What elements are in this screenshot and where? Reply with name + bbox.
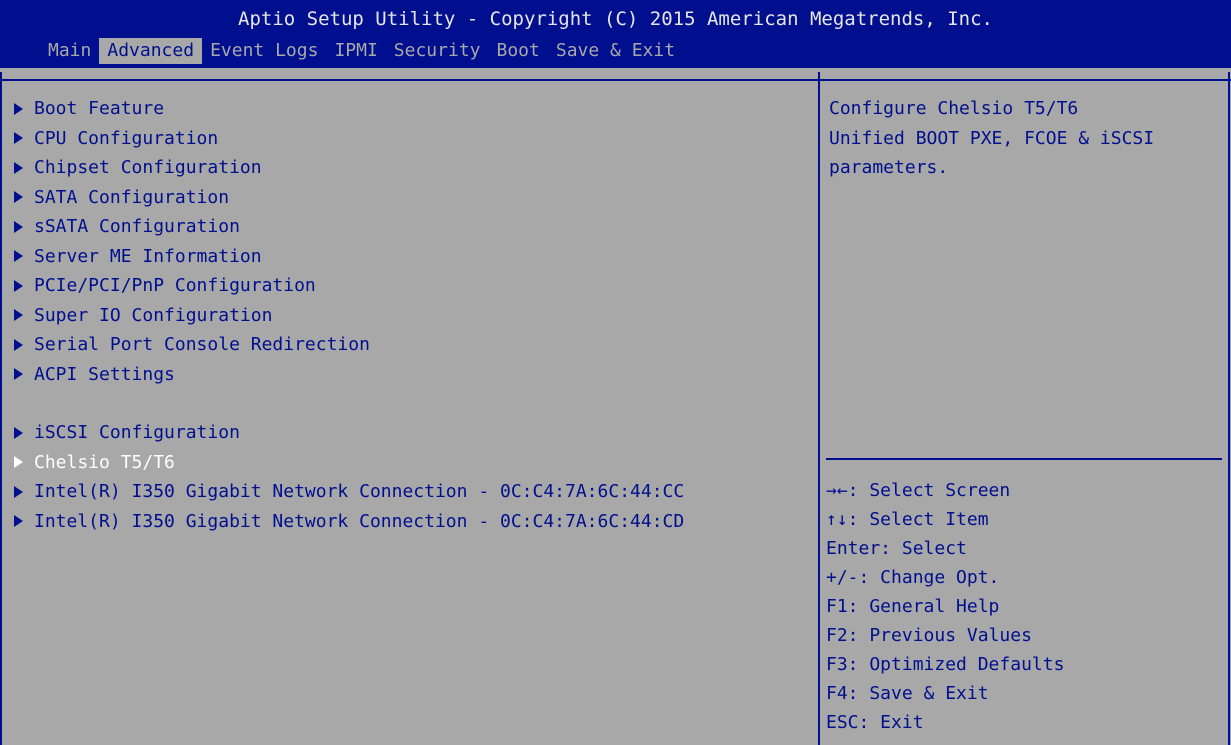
submenu-arrow-icon	[14, 485, 23, 498]
help-line: parameters.	[829, 157, 949, 178]
submenu-arrow-icon	[14, 456, 23, 469]
help-line: Unified BOOT PXE, FCOE & iSCSI	[829, 127, 1155, 149]
key-previous-values: F2: Previous Values	[826, 625, 1032, 646]
tab-security[interactable]: Security	[386, 38, 489, 64]
tab-advanced[interactable]: Advanced	[99, 38, 203, 64]
tab-boot[interactable]: Boot	[489, 38, 548, 64]
submenu-arrow-icon	[14, 161, 23, 174]
key-optimized-defaults: F3: Optimized Defaults	[826, 654, 1065, 675]
menu-item-label: Server ME Information	[34, 245, 262, 267]
submenu-arrow-icon	[14, 368, 23, 381]
menu-item-label: Serial Port Console Redirection	[34, 334, 370, 355]
submenu-arrow-icon	[14, 426, 23, 439]
frame-left-border	[0, 72, 2, 745]
key-enter: Enter: Select	[826, 538, 967, 559]
menu-bar: Main Advanced Event Logs IPMI Security B…	[40, 38, 683, 64]
menu-item-label: sSATA Configuration	[34, 216, 240, 237]
menu-item-ssata-configuration[interactable]: sSATA Configuration	[12, 212, 812, 242]
submenu-arrow-icon	[14, 515, 23, 528]
menu-item-intel-nic-cc[interactable]: Intel(R) I350 Gigabit Network Connection…	[12, 477, 812, 507]
key-change-opt: +/-: Change Opt.	[826, 567, 1000, 588]
menu-item-label: Intel(R) I350 Gigabit Network Connection…	[34, 510, 685, 532]
submenu-arrow-icon	[14, 309, 23, 322]
submenu-arrow-icon	[14, 220, 23, 233]
menu-item-label: Chipset Configuration	[34, 157, 262, 178]
frame-top-border	[0, 79, 1231, 81]
menu-item-pcie-configuration[interactable]: PCIe/PCI/PnP Configuration	[12, 271, 812, 301]
submenu-arrow-icon	[14, 191, 23, 204]
menu-item-serial-port-console-redirection[interactable]: Serial Port Console Redirection	[12, 330, 812, 360]
menu-item-label: PCIe/PCI/PnP Configuration	[34, 275, 316, 296]
utility-title: Aptio Setup Utility - Copyright (C) 2015…	[238, 8, 993, 30]
tab-ipmi[interactable]: IPMI	[326, 38, 385, 64]
menu-item-label: Super IO Configuration	[34, 304, 273, 326]
key-save-exit: F4: Save & Exit	[826, 683, 989, 704]
panel-divider	[818, 72, 820, 745]
tab-save-exit[interactable]: Save & Exit	[548, 38, 683, 64]
tab-main[interactable]: Main	[40, 38, 99, 64]
header-bar: Aptio Setup Utility - Copyright (C) 2015…	[0, 0, 1231, 68]
menu-item-chelsio[interactable]: Chelsio T5/T6	[12, 448, 812, 478]
menu-item-acpi-settings[interactable]: ACPI Settings	[12, 360, 812, 390]
key-select-screen: →←: Select Screen	[826, 480, 1011, 501]
help-divider	[826, 458, 1222, 460]
menu-item-label: Boot Feature	[34, 98, 165, 119]
menu-item-server-me-information[interactable]: Server ME Information	[12, 242, 812, 272]
menu-item-iscsi-configuration[interactable]: iSCSI Configuration	[12, 418, 812, 448]
key-general-help: F1: General Help	[826, 596, 1000, 617]
menu-item-sata-configuration[interactable]: SATA Configuration	[12, 183, 812, 213]
key-esc-exit: ESC: Exit	[826, 712, 924, 733]
frame-right-border	[1228, 72, 1230, 745]
submenu-arrow-icon	[14, 132, 23, 145]
advanced-menu-list: Boot Feature CPU Configuration Chipset C…	[12, 94, 812, 536]
menu-item-label: Chelsio T5/T6	[34, 451, 175, 473]
menu-item-label: CPU Configuration	[34, 127, 219, 149]
menu-item-label: SATA Configuration	[34, 186, 230, 208]
key-legend: →←: Select Screen ↑↓: Select Item Enter:…	[826, 476, 1221, 737]
menu-item-cpu-configuration[interactable]: CPU Configuration	[12, 124, 812, 154]
submenu-arrow-icon	[14, 102, 23, 115]
item-help-panel: Configure Chelsio T5/T6 Unified BOOT PXE…	[829, 94, 1224, 183]
menu-item-super-io-configuration[interactable]: Super IO Configuration	[12, 301, 812, 331]
key-select-item: ↑↓: Select Item	[826, 509, 989, 530]
submenu-arrow-icon	[14, 338, 23, 351]
submenu-arrow-icon	[14, 250, 23, 263]
menu-item-label: ACPI Settings	[34, 363, 175, 385]
menu-item-label: iSCSI Configuration	[34, 422, 240, 443]
help-line: Configure Chelsio T5/T6	[829, 98, 1079, 119]
submenu-arrow-icon	[14, 279, 23, 292]
menu-item-chipset-configuration[interactable]: Chipset Configuration	[12, 153, 812, 183]
tab-event-logs[interactable]: Event Logs	[202, 38, 326, 64]
menu-item-intel-nic-cd[interactable]: Intel(R) I350 Gigabit Network Connection…	[12, 507, 812, 537]
menu-item-boot-feature[interactable]: Boot Feature	[12, 94, 812, 124]
menu-item-label: Intel(R) I350 Gigabit Network Connection…	[34, 481, 685, 502]
